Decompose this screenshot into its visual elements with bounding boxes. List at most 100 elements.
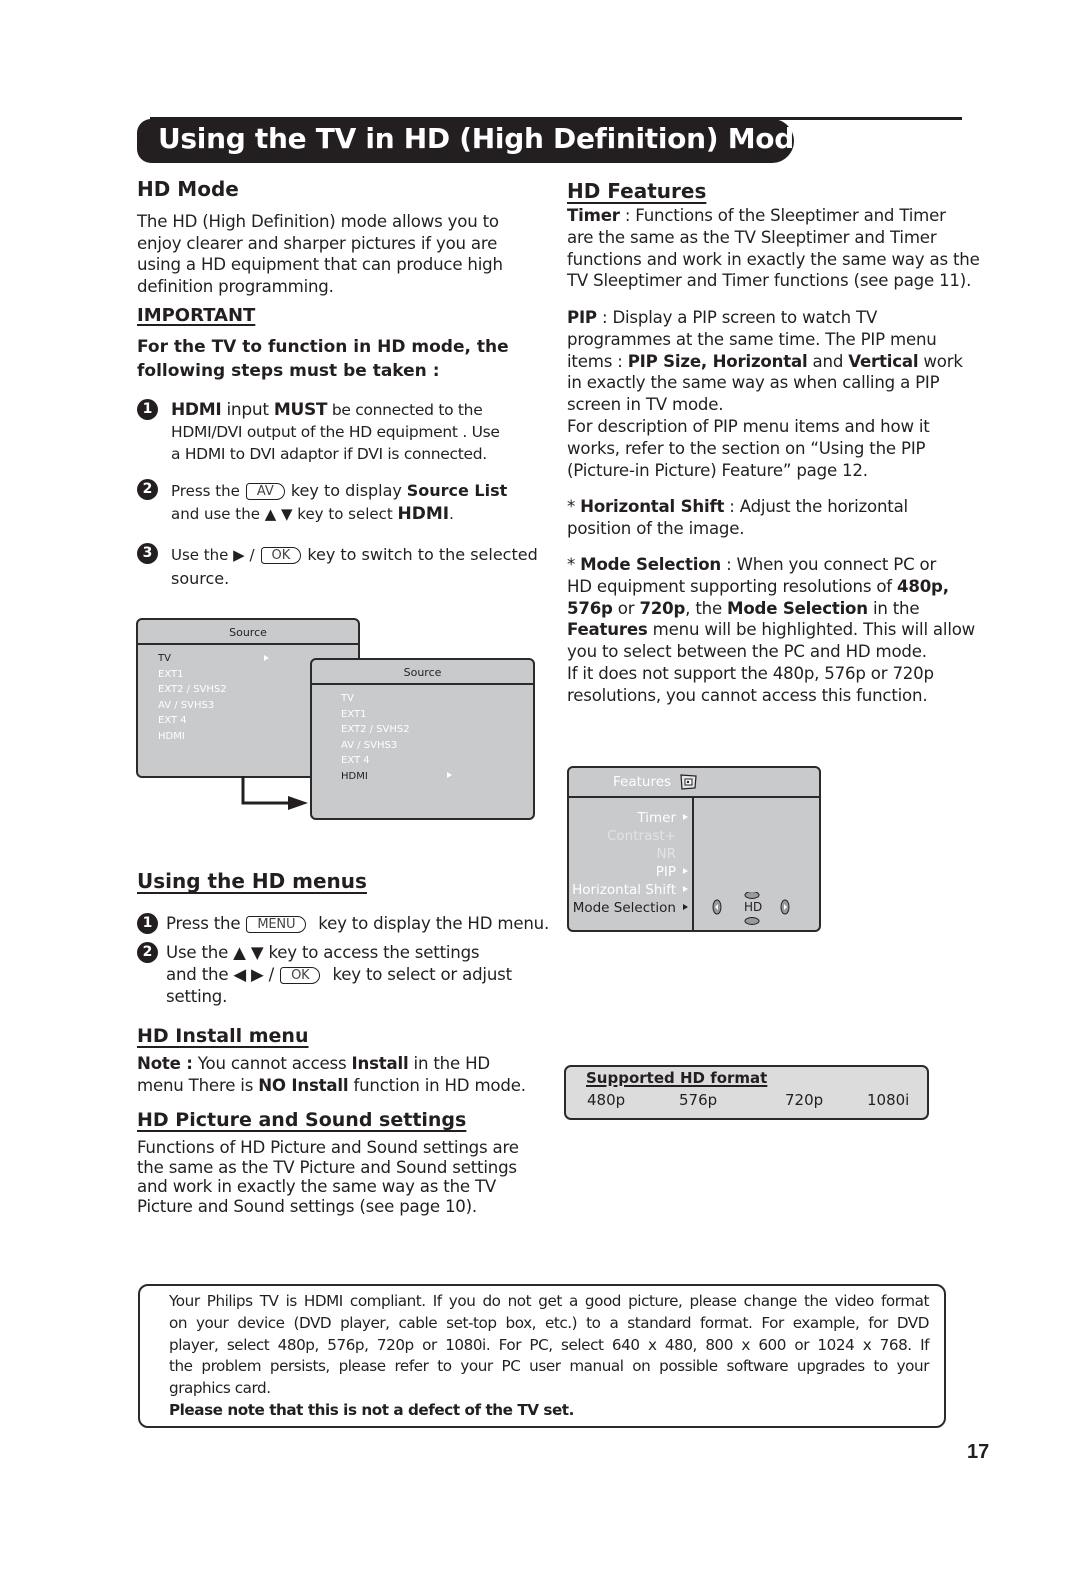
ok-key: OK bbox=[260, 547, 302, 564]
text-line: * Mode Selection : When you connect PC o… bbox=[567, 555, 937, 574]
text-line: Use the ▶ / OK key to switch to the select… bbox=[171, 545, 538, 564]
text-line: functions and work in exactly the same w… bbox=[567, 249, 980, 269]
text-line: a HDMI to DVI adaptor if DVI is connecte… bbox=[171, 445, 487, 463]
text-line: screen in TV mode. bbox=[567, 395, 724, 415]
source-menu-hdmi: Source TV EXT1 EXT2 / SVHS2 AV / SVHS3 E… bbox=[310, 658, 535, 820]
text-line: source. bbox=[171, 569, 230, 588]
menu-item[interactable]: HDMI bbox=[341, 769, 533, 785]
menu-title: Source bbox=[138, 620, 358, 645]
menu-title: Source bbox=[312, 660, 533, 685]
menu-step-2-text: Use the ▲ ▼ key to access the settings a… bbox=[166, 942, 512, 1008]
text-line: For description of PIP menu items and ho… bbox=[567, 416, 930, 436]
features-item-pip[interactable]: PIP bbox=[569, 863, 688, 881]
format-576p: 576p bbox=[679, 1091, 718, 1109]
text-line: Picture and Sound settings (see page 10)… bbox=[137, 1196, 478, 1216]
step-2-text: Press the AV key to display Source List an… bbox=[171, 479, 507, 526]
page-title: Using the TV in HD (High Definition) Mod… bbox=[158, 122, 813, 155]
text-line: player, select 480p, 576p, 720p or 1080i… bbox=[169, 1335, 929, 1354]
text-line: and work in exactly the same way as the … bbox=[137, 1177, 497, 1197]
note-bold-line: Please note that this is not a defect of… bbox=[169, 1400, 574, 1419]
text-line: items : PIP Size, Horizontal and Vertica… bbox=[567, 351, 963, 371]
hd-picture-sound-text: Functions of HD Picture and Sound settin… bbox=[137, 1138, 519, 1216]
up-arrow-icon bbox=[744, 892, 760, 899]
text-line: setting. bbox=[166, 987, 228, 1006]
features-menu-title: Features bbox=[613, 774, 672, 790]
menu-item[interactable]: AV / SVHS3 bbox=[341, 738, 533, 754]
text-line: and the ◀ ▶ / OK key to select or adjust bbox=[166, 965, 512, 984]
text-line: definition programming. bbox=[137, 276, 334, 296]
page-number: 17 bbox=[967, 1441, 990, 1463]
text-line: HDMI input MUST be connected to the bbox=[171, 400, 483, 420]
ok-key: OK bbox=[280, 967, 321, 984]
text-line: the problem persists, please refer to yo… bbox=[169, 1357, 929, 1376]
menu-step-2-bullet: 2 bbox=[137, 942, 158, 963]
text-line: Features menu will be highlighted. This … bbox=[567, 620, 976, 640]
note-text: Your Philips TV is HDMI compliant. If yo… bbox=[169, 1291, 929, 1422]
hdmi-note-box: Your Philips TV is HDMI compliant. If yo… bbox=[138, 1284, 946, 1428]
hd-features-heading: HD Features bbox=[567, 179, 707, 203]
pip-text: PIP : Display a PIP screen to watch TV p… bbox=[567, 307, 963, 481]
text-line: menu There is NO Install function in HD … bbox=[137, 1076, 526, 1095]
av-key: AV bbox=[245, 483, 285, 500]
step-3-bullet: 3 bbox=[137, 543, 158, 564]
menu-step-1-text: Press the MENU key to display the HD menu. bbox=[166, 914, 550, 933]
text-line: graphics card. bbox=[169, 1379, 271, 1398]
mode-selection-text: * Mode Selection : When you connect PC o… bbox=[567, 554, 975, 707]
features-menu-header: Features bbox=[569, 768, 819, 798]
features-item-horizontal-shift[interactable]: Horizontal Shift bbox=[569, 881, 688, 899]
important-label: IMPORTANT bbox=[137, 305, 256, 326]
hd-picture-sound-heading: HD Picture and Sound settings bbox=[137, 1109, 467, 1131]
hd-install-heading: HD Install menu bbox=[137, 1025, 309, 1047]
menu-key: MENU bbox=[246, 916, 307, 933]
mode-value: HD bbox=[744, 900, 763, 914]
features-menu: Features Timer Contrast+ NR PIP Horizont… bbox=[567, 766, 821, 932]
menu-list: TV EXT1 EXT2 / SVHS2 AV / SVHS3 EXT 4 HD… bbox=[312, 685, 533, 784]
hd-mode-heading: HD Mode bbox=[137, 177, 239, 201]
hd-install-note: Note : You cannot access Install in the … bbox=[137, 1053, 526, 1097]
text-line: and use the ▲ ▼ key to select HDMI. bbox=[171, 504, 454, 524]
text-line: (Picture-in Picture) Feature” page 12. bbox=[567, 460, 868, 480]
text-line: the same as the TV Picture and Sound set… bbox=[137, 1157, 517, 1177]
format-480p: 480p bbox=[587, 1091, 626, 1109]
format-720p: 720p bbox=[785, 1091, 824, 1109]
text-line: position of the image. bbox=[567, 518, 745, 538]
text-line: are the same as the TV Sleeptimer and Ti… bbox=[567, 227, 937, 247]
submenu-arrow-icon bbox=[683, 868, 688, 874]
text-line: Functions of HD Picture and Sound settin… bbox=[137, 1138, 519, 1157]
text-line: resolutions, you cannot access this func… bbox=[567, 685, 928, 705]
features-item-timer[interactable]: Timer bbox=[569, 809, 688, 827]
text-line: in exactly the same way as when calling … bbox=[567, 373, 940, 393]
features-menu-divider bbox=[692, 798, 694, 932]
format-1080i: 1080i bbox=[867, 1091, 910, 1109]
text-line: Use the ▲ ▼ key to access the settings bbox=[166, 943, 480, 962]
menu-item[interactable]: EXT2 / SVHS2 bbox=[341, 722, 533, 738]
horizontal-shift-text: * Horizontal Shift : Adjust the horizont… bbox=[567, 496, 908, 540]
menu-item[interactable]: TV bbox=[341, 691, 533, 707]
text-line: Your Philips TV is HDMI compliant. If yo… bbox=[169, 1292, 929, 1310]
submenu-arrow-icon bbox=[683, 886, 688, 892]
selection-arrow-icon bbox=[264, 655, 269, 661]
timer-text: Timer : Functions of the Sleeptimer and … bbox=[567, 205, 980, 292]
text-line: following steps must be taken : bbox=[137, 361, 440, 381]
text-line: Timer : Functions of the Sleeptimer and … bbox=[567, 206, 946, 225]
menu-item[interactable]: EXT 4 bbox=[341, 753, 533, 769]
text-line: Note : You cannot access Install in the … bbox=[137, 1054, 490, 1073]
supported-formats-heading: Supported HD format bbox=[586, 1069, 768, 1087]
step-3-text: Use the ▶ / OK key to switch to the select… bbox=[171, 543, 538, 591]
step-1-text: HDMI input MUST be connected to the HDMI… bbox=[171, 399, 500, 465]
menu-item[interactable]: EXT1 bbox=[341, 707, 533, 723]
text-line: HD equipment supporting resolutions of 4… bbox=[567, 576, 949, 596]
features-item-nr[interactable]: NR bbox=[569, 845, 688, 863]
features-menu-list: Timer Contrast+ NR PIP Horizontal Shift … bbox=[569, 809, 688, 917]
features-tv-icon bbox=[680, 774, 697, 790]
text-line: PIP : Display a PIP screen to watch TV bbox=[567, 308, 878, 327]
text-line: programmes at the same time. The PIP men… bbox=[567, 329, 937, 349]
features-item-contrast[interactable]: Contrast+ bbox=[569, 827, 688, 845]
supported-formats-box: Supported HD format 480p 576p 720p 1080i bbox=[564, 1065, 929, 1120]
features-item-mode-selection[interactable]: Mode Selection bbox=[569, 899, 688, 917]
submenu-arrow-icon bbox=[683, 904, 688, 910]
submenu-arrow-icon bbox=[683, 814, 688, 820]
text-line: 576p or 720p, the Mode Selection in the bbox=[567, 598, 920, 618]
menu-step-1-bullet: 1 bbox=[137, 913, 158, 934]
text-line: enjoy clearer and sharper pictures if yo… bbox=[137, 233, 498, 253]
